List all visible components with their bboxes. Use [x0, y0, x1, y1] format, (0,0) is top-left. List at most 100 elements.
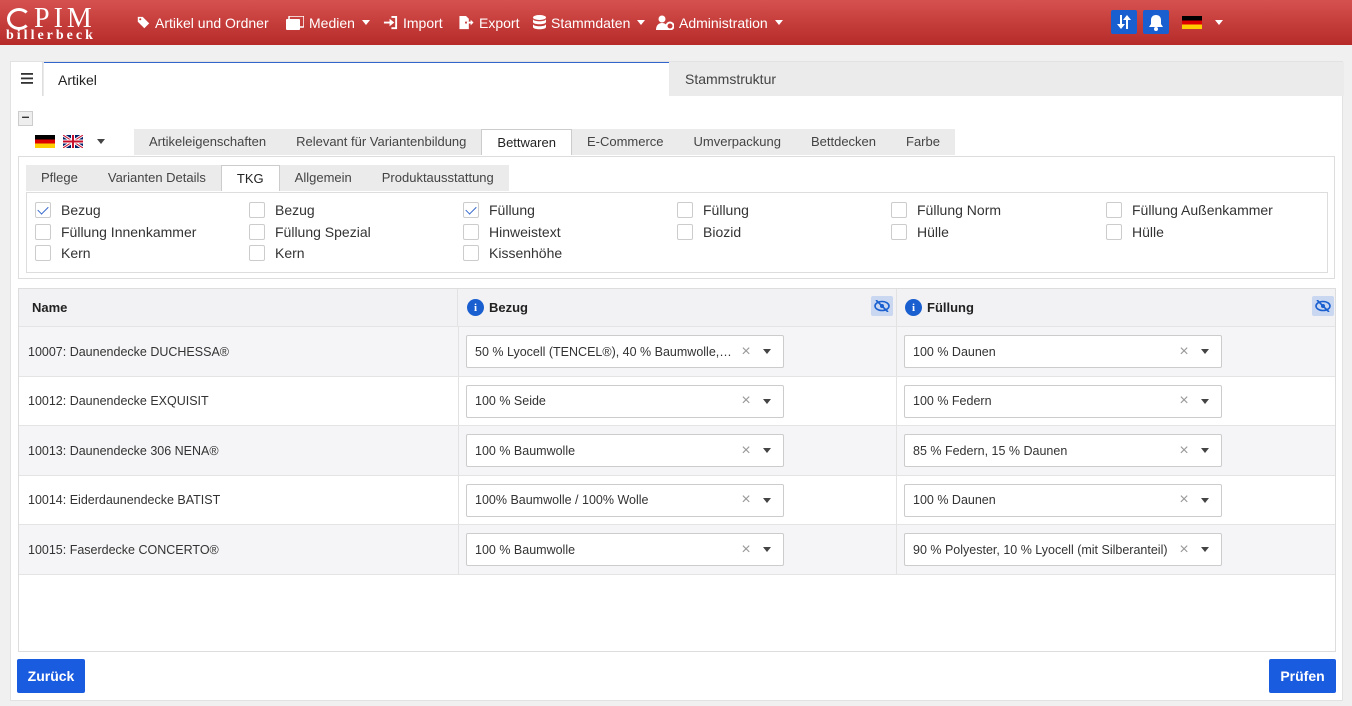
checkbox-box[interactable]: [463, 245, 479, 261]
sub-tab-tkg[interactable]: TKG: [220, 165, 280, 191]
section-tab-bettwaren[interactable]: Bettwaren: [481, 129, 572, 155]
chevron-down-icon[interactable]: [1201, 398, 1209, 404]
chevron-down-icon[interactable]: [763, 547, 771, 552]
bezug-select[interactable]: 100% Baumwolle / 100% Wolle ×: [466, 483, 784, 517]
col-header-name[interactable]: Name: [19, 289, 458, 326]
chevron-down-icon[interactable]: [1201, 497, 1209, 503]
checkbox-box[interactable]: [891, 202, 907, 218]
chevron-down-icon[interactable]: [763, 349, 771, 354]
col-header-bezug[interactable]: i Bezug: [458, 289, 897, 326]
clear-icon[interactable]: ×: [1173, 442, 1195, 460]
clear-icon[interactable]: ×: [735, 343, 757, 361]
chevron-down-icon[interactable]: [763, 398, 771, 404]
section-tab-bettdecken[interactable]: Bettdecken: [795, 129, 892, 155]
tab-artikel[interactable]: Artikel: [44, 62, 669, 96]
pim-logo[interactable]: PIM billerbeck: [4, 2, 116, 44]
clear-icon[interactable]: ×: [735, 541, 757, 559]
checkbox-box[interactable]: [1106, 223, 1122, 240]
checkbox-box[interactable]: [249, 202, 265, 218]
field-checkbox[interactable]: Bezug: [35, 202, 101, 218]
fuellung-select[interactable]: 100 % Daunen ×: [904, 335, 1222, 368]
field-checkbox[interactable]: Hinweistext: [463, 223, 561, 240]
checkbox-box[interactable]: [891, 223, 907, 240]
checkbox-box[interactable]: [463, 223, 479, 240]
sub-tab-produktausstattung[interactable]: Produktausstattung: [366, 165, 509, 191]
info-icon[interactable]: i: [905, 299, 922, 316]
section-tab-artikeleigenschaften[interactable]: Artikeleigenschaften: [134, 129, 282, 155]
checkbox-box[interactable]: [677, 223, 693, 240]
info-icon[interactable]: i: [467, 299, 484, 316]
cell-fuellung: 90 % Polyester, 10 % Lyocell (mit Silber…: [897, 525, 1335, 574]
checkbox-box[interactable]: [249, 223, 265, 240]
checkbox-box[interactable]: [35, 223, 51, 240]
bezug-select[interactable]: 100 % Seide ×: [466, 384, 784, 418]
hide-column-button[interactable]: [871, 296, 893, 316]
field-checkbox[interactable]: Füllung: [677, 202, 749, 218]
chevron-down-icon[interactable]: [1201, 547, 1209, 552]
hide-column-button[interactable]: [1312, 296, 1334, 316]
nav-administration[interactable]: Administration: [656, 0, 783, 45]
bezug-select[interactable]: 100 % Baumwolle ×: [466, 533, 784, 566]
field-checkbox[interactable]: Kern: [35, 245, 91, 261]
collapse-button[interactable]: –: [18, 109, 33, 126]
notifications-button[interactable]: [1143, 10, 1169, 34]
checkbox-box[interactable]: [35, 202, 51, 218]
section-tab-farbe[interactable]: Farbe: [891, 129, 955, 155]
chevron-down-icon[interactable]: [1201, 349, 1209, 354]
field-checkbox[interactable]: Füllung Außenkammer: [1106, 202, 1273, 218]
back-button[interactable]: Zurück: [17, 659, 85, 693]
fuellung-select[interactable]: 100 % Federn ×: [904, 384, 1222, 418]
checkbox-box[interactable]: [463, 202, 479, 218]
sub-tab-allgemein[interactable]: Allgemein: [279, 165, 367, 191]
flag-de-icon[interactable]: [35, 135, 55, 148]
section-tab-e-commerce[interactable]: E-Commerce: [571, 129, 679, 155]
tab-stammstruktur[interactable]: Stammstruktur: [685, 62, 776, 96]
field-checkbox[interactable]: Hülle: [891, 223, 949, 240]
field-checkbox[interactable]: Kern: [249, 245, 305, 261]
bezug-select[interactable]: 50 % Lyocell (TENCEL®), 40 % Baumwolle, …: [466, 335, 784, 368]
field-checkbox[interactable]: Füllung Spezial: [249, 223, 371, 240]
fuellung-select[interactable]: 90 % Polyester, 10 % Lyocell (mit Silber…: [904, 533, 1222, 566]
field-checkbox[interactable]: Füllung Norm: [891, 202, 1001, 218]
section-tab-relevant-für-variantenbildung[interactable]: Relevant für Variantenbildung: [281, 129, 482, 155]
check-button[interactable]: Prüfen: [1269, 659, 1336, 693]
clear-icon[interactable]: ×: [1173, 541, 1195, 559]
field-checkbox[interactable]: Biozid: [677, 223, 741, 240]
sync-button[interactable]: [1111, 10, 1137, 34]
field-checkbox[interactable]: Füllung Innenkammer: [35, 223, 196, 240]
col-header-fuellung[interactable]: i Füllung: [897, 289, 1335, 326]
clear-icon[interactable]: ×: [1173, 491, 1195, 509]
sub-tab-pflege[interactable]: Pflege: [26, 165, 93, 191]
clear-icon[interactable]: ×: [735, 392, 757, 410]
field-checkbox[interactable]: Hülle: [1106, 223, 1164, 240]
language-selector[interactable]: [1182, 0, 1223, 45]
nav-stammdaten[interactable]: Stammdaten: [533, 0, 646, 45]
fuellung-select[interactable]: 85 % Federn, 15 % Daunen ×: [904, 434, 1222, 467]
clear-icon[interactable]: ×: [1173, 343, 1195, 361]
field-checkbox[interactable]: Kissenhöhe: [463, 245, 562, 261]
nav-artikel[interactable]: Artikel und Ordner: [137, 0, 269, 45]
chevron-down-icon[interactable]: [763, 497, 771, 503]
fuellung-select[interactable]: 100 % Daunen ×: [904, 483, 1222, 517]
flag-uk-icon[interactable]: [63, 135, 83, 148]
field-checkbox[interactable]: Füllung: [463, 202, 535, 218]
section-tab-umverpackung[interactable]: Umverpackung: [678, 129, 796, 155]
checkbox-box[interactable]: [35, 245, 51, 261]
nav-export[interactable]: Export: [458, 0, 519, 45]
field-checkbox[interactable]: Bezug: [249, 202, 315, 218]
nav-medien[interactable]: Medien: [286, 0, 370, 45]
checkbox-box[interactable]: [249, 245, 265, 261]
checkbox-box[interactable]: [1106, 202, 1122, 218]
checkbox-box[interactable]: [677, 202, 693, 218]
menu-toggle-button[interactable]: [11, 62, 43, 96]
checkbox-label: Bezug: [61, 202, 101, 218]
chevron-down-icon[interactable]: [763, 448, 771, 453]
bezug-select[interactable]: 100 % Baumwolle ×: [466, 434, 784, 467]
clear-icon[interactable]: ×: [735, 442, 757, 460]
clear-icon[interactable]: ×: [1173, 392, 1195, 410]
chevron-down-icon[interactable]: [1201, 448, 1209, 453]
clear-icon[interactable]: ×: [735, 491, 757, 509]
sub-tab-varianten-details[interactable]: Varianten Details: [92, 165, 221, 191]
language-flags[interactable]: [35, 135, 105, 148]
nav-import[interactable]: Import: [383, 0, 443, 45]
